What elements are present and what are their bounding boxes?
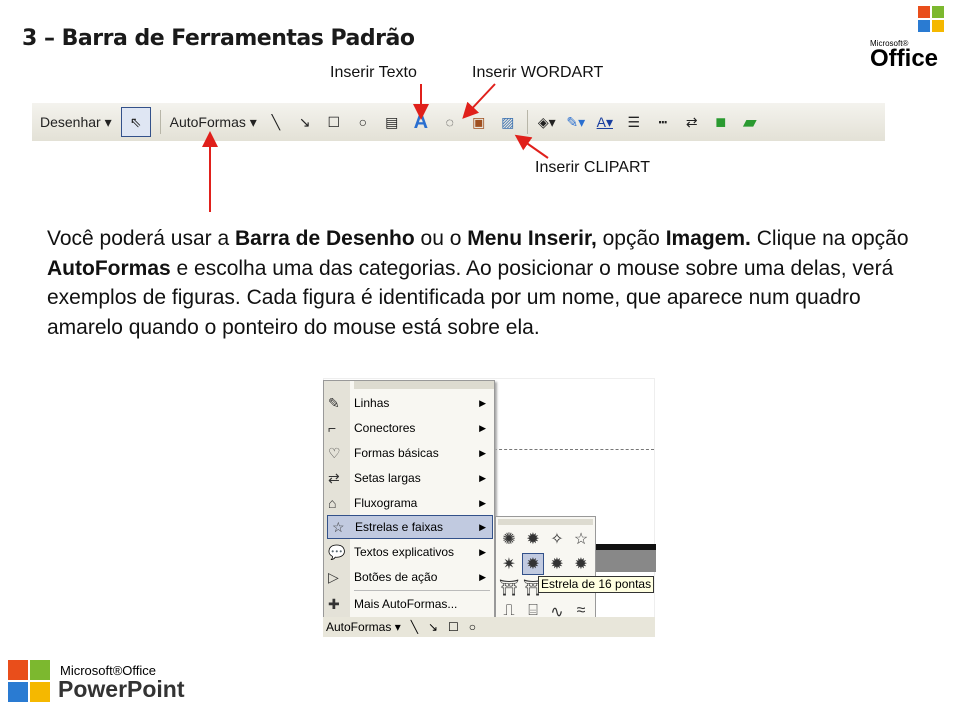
menu-item-estrelas-e-faixas[interactable]: ☆ Estrelas e faixas ▶ [327,515,493,539]
drawing-toolbar-bottom: AutoFormas ▾ ╲ ↘ ☐ ○ [323,617,655,637]
submenu-arrow-icon: ▶ [479,472,486,483]
menu-item-label: Fluxograma [354,496,418,510]
star-8-icon[interactable]: ✷ [498,554,520,574]
slide-fragment [594,544,656,572]
star-24-icon[interactable]: ✹ [546,554,568,574]
connectors-icon: ⌐ [328,420,337,436]
menu-divider [354,590,490,591]
oval-icon[interactable]: ○ [469,620,476,634]
arrow-insert-clipart [514,134,549,159]
menu-item-linhas[interactable]: ✎ Linhas ▶ [328,391,492,415]
menu-item-mais-autoformas[interactable]: ✚ Mais AutoFormas... [328,592,492,616]
menu-item-fluxograma[interactable]: ⌂ Fluxograma ▶ [328,491,492,515]
arrow-icon[interactable]: ↘ [428,620,438,634]
flowchart-icon: ⌂ [328,495,337,511]
menu-item-label: Setas largas [354,471,421,485]
lines-icon: ✎ [328,394,340,411]
slide-placeholder-border [494,449,654,450]
submenu-arrow-icon: ▶ [479,447,486,458]
submenu-arrow-icon: ▶ [479,422,486,433]
block-arrows-icon: ⇄ [328,469,340,486]
star-32-icon[interactable]: ✹ [570,554,592,574]
ribbon-up-icon[interactable]: ⛩ [498,578,520,598]
basic-shapes-icon: ♡ [328,444,341,461]
menu-item-label: Textos explicativos [354,545,455,559]
explosion-2-icon[interactable]: ✹ [522,529,544,549]
submenu-grip[interactable] [498,519,593,525]
svg-text:PowerPoint: PowerPoint [58,676,185,702]
tooltip: Estrela de 16 pontas [538,576,655,593]
star-5-icon[interactable]: ☆ [570,529,592,549]
menu-item-conectores[interactable]: ⌐ Conectores ▶ [328,416,492,440]
menu-item-textos-explicativos[interactable]: 💬 Textos explicativos ▶ [328,540,492,564]
autoshapes-button[interactable]: AutoFormas ▾ [326,620,401,634]
submenu-arrow-icon: ▶ [479,397,486,408]
menu-item-botoes-de-acao[interactable]: ▷ Botões de ação ▶ [328,565,492,589]
menu-item-label: Botões de ação [354,570,438,584]
star-4-icon[interactable]: ✧ [546,529,568,549]
submenu-arrow-icon: ▶ [479,521,486,532]
autoshapes-menu: ✎ Linhas ▶ ⌐ Conectores ▶ ♡ Formas básicas ▶ ⇄… [323,380,495,618]
menu-item-setas-largas[interactable]: ⇄ Setas largas ▶ [328,466,492,490]
more-autoshapes-icon: ✚ [328,595,340,612]
stars-banners-icon: ☆ [332,518,345,535]
line-icon[interactable]: ╲ [411,620,418,634]
explosion-1-icon[interactable]: ✺ [498,529,520,549]
action-buttons-icon: ▷ [328,568,339,585]
menu-item-label: Linhas [354,396,390,410]
powerpoint-logo: Microsoft®Office PowerPoint [6,656,221,708]
menu-item-label: Mais AutoFormas... [354,597,458,611]
menu-item-label: Conectores [354,421,416,435]
arrow-insert-wordart [462,83,496,119]
callouts-icon: 💬 [328,543,346,560]
menu-item-formas-basicas[interactable]: ♡ Formas básicas ▶ [328,441,492,465]
stars-banners-submenu: ✺ ✹ ✧ ☆ ✷ ✹ ✹ ✹ ⛩ ⛩ ⎍ ⌸ ∿ ≈ [495,516,596,626]
menu-item-label: Estrelas e faixas [355,520,444,534]
star-16-icon[interactable]: ✹ [522,553,544,575]
submenu-arrow-icon: ▶ [479,497,486,508]
submenu-arrow-icon: ▶ [479,546,486,557]
submenu-arrow-icon: ▶ [479,571,486,582]
menu-grip[interactable] [354,381,494,389]
instruction-paragraph: Você poderá usar a Barra de Desenho ou o… [47,227,909,339]
rectangle-icon[interactable]: ☐ [448,620,459,634]
menu-item-label: Formas básicas [354,446,439,460]
